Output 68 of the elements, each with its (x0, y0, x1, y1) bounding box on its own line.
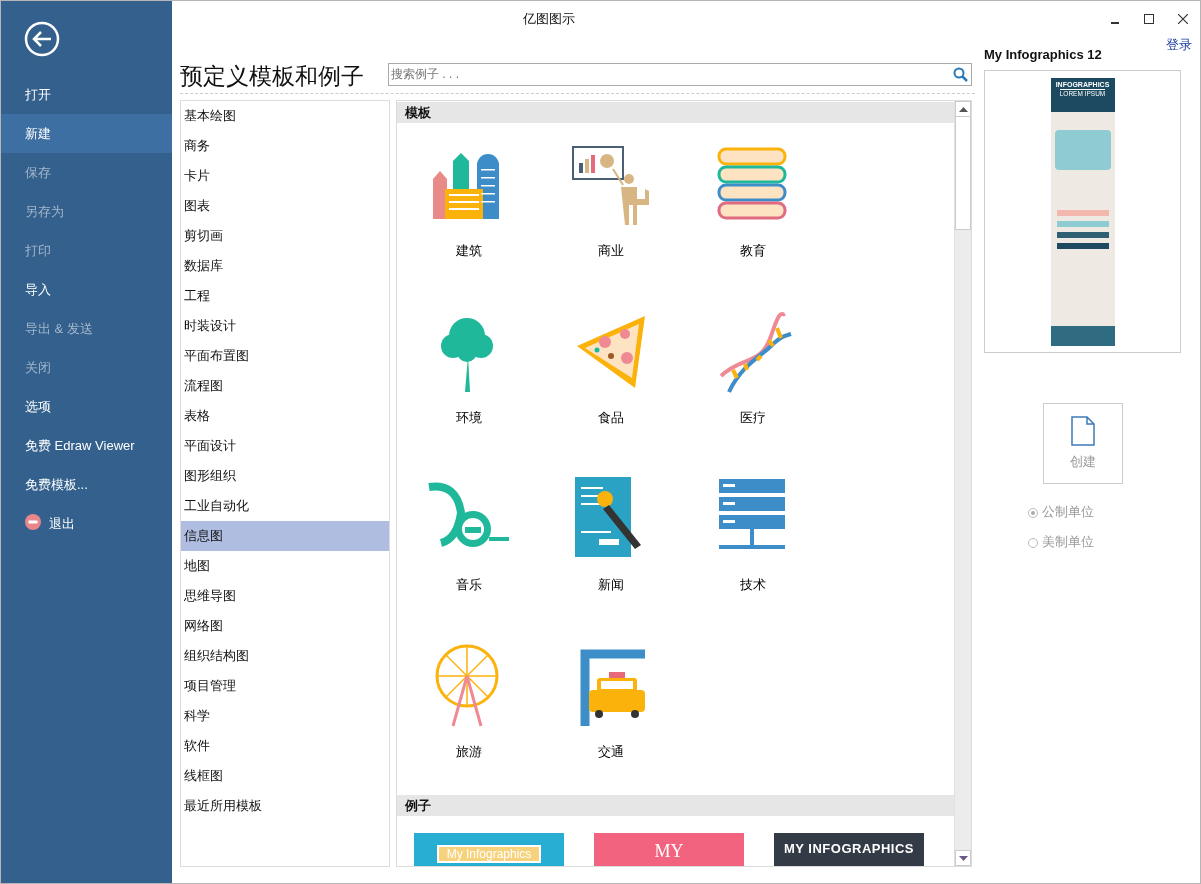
menu-item[interactable]: 退出 (1, 504, 172, 543)
login-link[interactable]: 登录 (1166, 37, 1192, 57)
scroll-up-button[interactable] (955, 101, 971, 117)
category-item[interactable]: 工程 (181, 281, 389, 311)
back-button[interactable] (24, 21, 60, 57)
category-item[interactable]: 软件 (181, 731, 389, 761)
scrollbar-thumb[interactable] (955, 117, 971, 230)
menu-item[interactable]: 免费模板... (1, 465, 172, 504)
example-thumbnail[interactable]: MY INFOGRAPHICS (774, 833, 924, 866)
section-header: 例子 (397, 795, 954, 816)
category-item[interactable]: 商务 (181, 131, 389, 161)
category-item[interactable]: 网络图 (181, 611, 389, 641)
category-item[interactable]: 线框图 (181, 761, 389, 791)
menu-item[interactable]: 导入 (1, 270, 172, 309)
category-item[interactable]: 基本绘图 (181, 101, 389, 131)
template-tile[interactable]: 医疗 (682, 290, 824, 457)
category-item[interactable]: 数据库 (181, 251, 389, 281)
close-icon (1178, 14, 1188, 24)
category-item[interactable]: 图表 (181, 191, 389, 221)
category-item[interactable]: 卡片 (181, 161, 389, 191)
category-item[interactable]: 流程图 (181, 371, 389, 401)
template-tile[interactable]: 商业 (540, 123, 682, 290)
category-item[interactable]: 思维导图 (181, 581, 389, 611)
window-title: 亿图图示 (523, 10, 576, 28)
category-item[interactable]: 工业自动化 (181, 491, 389, 521)
preview-title: My Infographics 12 (984, 47, 1103, 62)
category-item[interactable]: 时装设计 (181, 311, 389, 341)
category-item[interactable]: 平面设计 (181, 431, 389, 461)
exit-icon (25, 514, 41, 530)
search-icon[interactable] (953, 66, 968, 82)
search-field[interactable]: 搜索例子 . . . (388, 62, 972, 86)
category-item[interactable]: 地图 (181, 551, 389, 581)
template-tile[interactable]: 新闻 (540, 457, 682, 624)
category-item[interactable]: 最近所用模板 (181, 791, 389, 821)
info-bar (1056, 210, 1109, 216)
menu-item[interactable]: 打开 (1, 75, 172, 114)
section-header: 模板 (397, 102, 954, 123)
template-tile[interactable]: 食品 (540, 290, 682, 457)
maximize-icon (1144, 14, 1154, 24)
template-tile[interactable]: 旅游 (398, 624, 540, 791)
menu-item[interactable]: 免费 Edraw Viewer (1, 426, 172, 465)
scroll-down-button[interactable] (955, 850, 971, 866)
category-item[interactable]: 剪切画 (181, 221, 389, 251)
down-arrow-icon (958, 855, 968, 861)
template-tile[interactable]: 技术 (682, 457, 824, 624)
category-item[interactable]: 组织结构图 (181, 641, 389, 671)
template-tile[interactable]: 环境 (398, 290, 540, 457)
category-item[interactable]: 科学 (181, 701, 389, 731)
template-tile[interactable]: 音乐 (398, 457, 540, 624)
template-tile[interactable]: 建筑 (398, 123, 540, 290)
document-icon (1070, 416, 1095, 446)
map-graphic (1054, 130, 1111, 170)
page-heading: 预定义模板和例子 (180, 61, 364, 91)
category-item[interactable]: 项目管理 (181, 671, 389, 701)
minimize-icon (1111, 22, 1119, 24)
info-bar (1056, 221, 1109, 227)
footer-band (1050, 326, 1115, 346)
template-tile[interactable]: 交通 (540, 624, 682, 791)
category-item[interactable]: 图形组织 (181, 461, 389, 491)
up-arrow-icon (958, 106, 968, 112)
category-item[interactable]: 信息图 (181, 521, 389, 551)
template-tile[interactable]: 教育 (682, 123, 824, 290)
info-bar (1056, 243, 1109, 249)
info-bar (1056, 232, 1109, 238)
category-item[interactable]: 表格 (181, 401, 389, 431)
menu-item[interactable]: 新建 (1, 114, 172, 153)
menu-item[interactable]: 选项 (1, 387, 172, 426)
category-item[interactable]: 平面布置图 (181, 341, 389, 371)
